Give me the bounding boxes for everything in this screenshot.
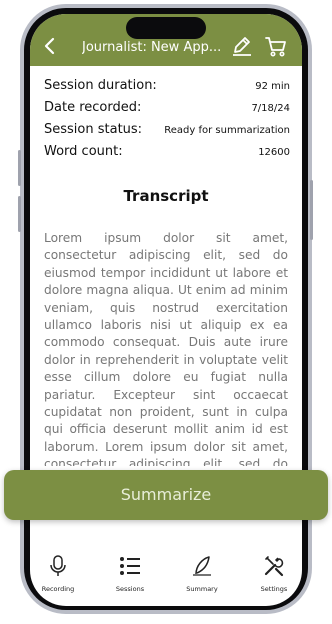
page-title: Journalist: New App...	[82, 40, 222, 55]
tab-sessions[interactable]: Sessions	[100, 554, 160, 593]
word-count-value: 12600	[258, 147, 290, 158]
transcript-text: Lorem ipsum dolor sit amet, consectetur …	[44, 231, 288, 466]
phone-side-button	[18, 150, 21, 186]
tab-recording[interactable]: Recording	[30, 554, 88, 593]
session-duration-row: Session duration: 92 min	[44, 78, 290, 98]
phone-side-button	[18, 196, 21, 232]
transcript-heading: Transcript	[123, 187, 209, 205]
cart-icon[interactable]	[264, 34, 288, 58]
tab-settings-label: Settings	[260, 585, 288, 593]
session-status-value: Ready for summarization	[164, 125, 290, 136]
summarize-button[interactable]: Summarize	[4, 470, 328, 520]
session-status-row: Session status: Ready for summarization	[44, 122, 290, 142]
dynamic-island	[126, 17, 206, 39]
pencil-icon[interactable]	[230, 34, 254, 58]
tab-summary-label: Summary	[186, 585, 218, 593]
session-status-label: Session status:	[44, 122, 143, 137]
tab-summary[interactable]: Summary	[172, 554, 232, 593]
session-duration-value: 92 min	[255, 81, 290, 92]
microphone-icon	[50, 555, 66, 576]
chevron-left-icon[interactable]	[40, 36, 60, 56]
tab-settings[interactable]: Settings	[244, 554, 302, 593]
tools-icon	[264, 556, 284, 577]
session-duration-label: Session duration:	[44, 78, 157, 93]
word-count-row: Word count: 12600	[44, 144, 290, 164]
bottom-tab-bar: Recording Sessions Summary Settings	[30, 554, 302, 606]
date-recorded-value: 7/18/24	[251, 103, 290, 114]
tab-recording-label: Recording	[41, 585, 75, 593]
date-recorded-row: Date recorded: 7/18/24	[44, 100, 290, 120]
tab-sessions-label: Sessions	[115, 585, 145, 593]
date-recorded-label: Date recorded:	[44, 100, 142, 115]
quill-icon	[193, 556, 211, 576]
word-count-label: Word count:	[44, 144, 123, 159]
list-icon	[120, 557, 140, 575]
phone-side-button	[310, 180, 313, 240]
